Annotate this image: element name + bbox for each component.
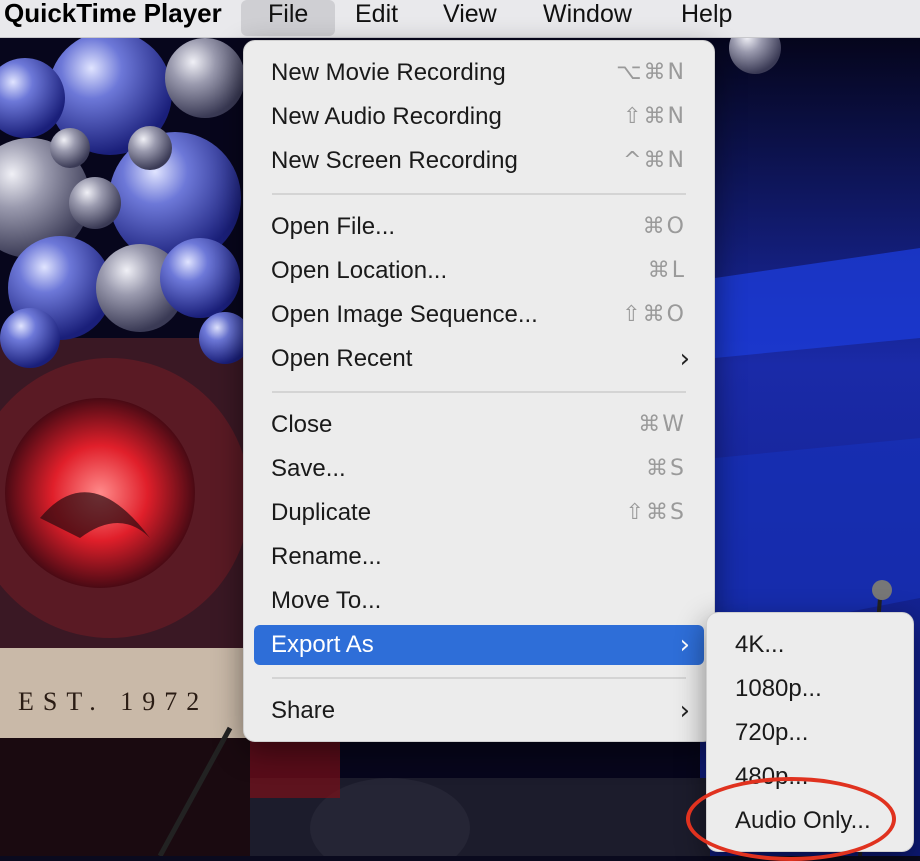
menu-file[interactable]: File <box>241 0 336 36</box>
shortcut-label: ⌘W <box>638 412 686 437</box>
export-1080p[interactable]: 1080p... <box>715 669 905 709</box>
menu-item-new-audio-recording[interactable]: New Audio Recording ⇧⌘N <box>254 97 704 137</box>
menu-item-label: Share <box>271 697 336 724</box>
menu-item-label: Rename... <box>271 543 382 570</box>
menu-item-share[interactable]: Share › <box>254 691 704 731</box>
menu-item-open-location[interactable]: Open Location... ⌘L <box>254 251 704 291</box>
shortcut-label: ⌘L <box>647 258 686 283</box>
menu-item-open-recent[interactable]: Open Recent › <box>254 339 704 379</box>
shortcut-label: ⇧⌘O <box>622 302 686 327</box>
menu-item-export-as[interactable]: Export As › <box>254 625 704 665</box>
menu-bar: QuickTime Player File Edit View Window H… <box>0 0 920 38</box>
export-720p[interactable]: 720p... <box>715 713 905 753</box>
menu-view[interactable]: View <box>416 0 524 38</box>
menu-item-duplicate[interactable]: Duplicate ⇧⌘S <box>254 493 704 533</box>
menu-separator <box>272 391 686 393</box>
shortcut-label: ^⌘N <box>623 148 686 173</box>
export-4k[interactable]: 4K... <box>715 625 905 665</box>
menu-separator <box>272 193 686 195</box>
menu-item-label: Open Recent <box>271 345 413 372</box>
menu-item-label: Duplicate <box>271 499 372 526</box>
menu-item-label: Open File... <box>271 213 396 240</box>
app-menu[interactable]: QuickTime Player <box>4 0 222 36</box>
menu-item-label: New Movie Recording <box>271 59 506 86</box>
menu-item-label: Close <box>271 411 333 438</box>
menu-item-label: Open Location... <box>271 257 448 284</box>
menu-edit[interactable]: Edit <box>328 0 425 38</box>
export-as-submenu: 4K... 1080p... 720p... 480p... Audio Onl… <box>706 612 914 852</box>
shortcut-label: ⌘O <box>642 214 686 239</box>
file-menu: New Movie Recording ⌥⌘N New Audio Record… <box>243 40 715 742</box>
shortcut-label: ⌥⌘N <box>616 60 686 85</box>
menu-item-save[interactable]: Save... ⌘S <box>254 449 704 489</box>
menu-item-new-movie-recording[interactable]: New Movie Recording ⌥⌘N <box>254 53 704 93</box>
chevron-right-icon: › <box>679 344 690 374</box>
menu-item-close[interactable]: Close ⌘W <box>254 405 704 445</box>
shortcut-label: ⌘S <box>646 456 686 481</box>
export-480p[interactable]: 480p... <box>715 757 905 797</box>
chevron-right-icon: › <box>679 630 690 660</box>
menu-item-label: Export As <box>271 631 374 658</box>
menu-item-label: Save... <box>271 455 346 482</box>
menu-window[interactable]: Window <box>516 0 659 38</box>
menu-item-label: Move To... <box>271 587 382 614</box>
menu-item-new-screen-recording[interactable]: New Screen Recording ^⌘N <box>254 141 704 181</box>
venue-sign: EST. 1972 <box>18 687 208 716</box>
shortcut-label: ⇧⌘N <box>623 104 686 129</box>
menu-item-open-file[interactable]: Open File... ⌘O <box>254 207 704 247</box>
chevron-right-icon: › <box>679 696 690 726</box>
menu-item-label: New Screen Recording <box>271 147 518 174</box>
menu-help[interactable]: Help <box>654 0 759 38</box>
menu-item-rename[interactable]: Rename... <box>254 537 704 577</box>
menu-item-open-image-sequence[interactable]: Open Image Sequence... ⇧⌘O <box>254 295 704 335</box>
menu-item-label: New Audio Recording <box>271 103 502 130</box>
menu-separator <box>272 677 686 679</box>
menu-item-move-to[interactable]: Move To... <box>254 581 704 621</box>
menu-item-label: Open Image Sequence... <box>271 301 538 328</box>
shortcut-label: ⇧⌘S <box>625 500 686 525</box>
export-audio-only[interactable]: Audio Only... <box>715 801 905 841</box>
